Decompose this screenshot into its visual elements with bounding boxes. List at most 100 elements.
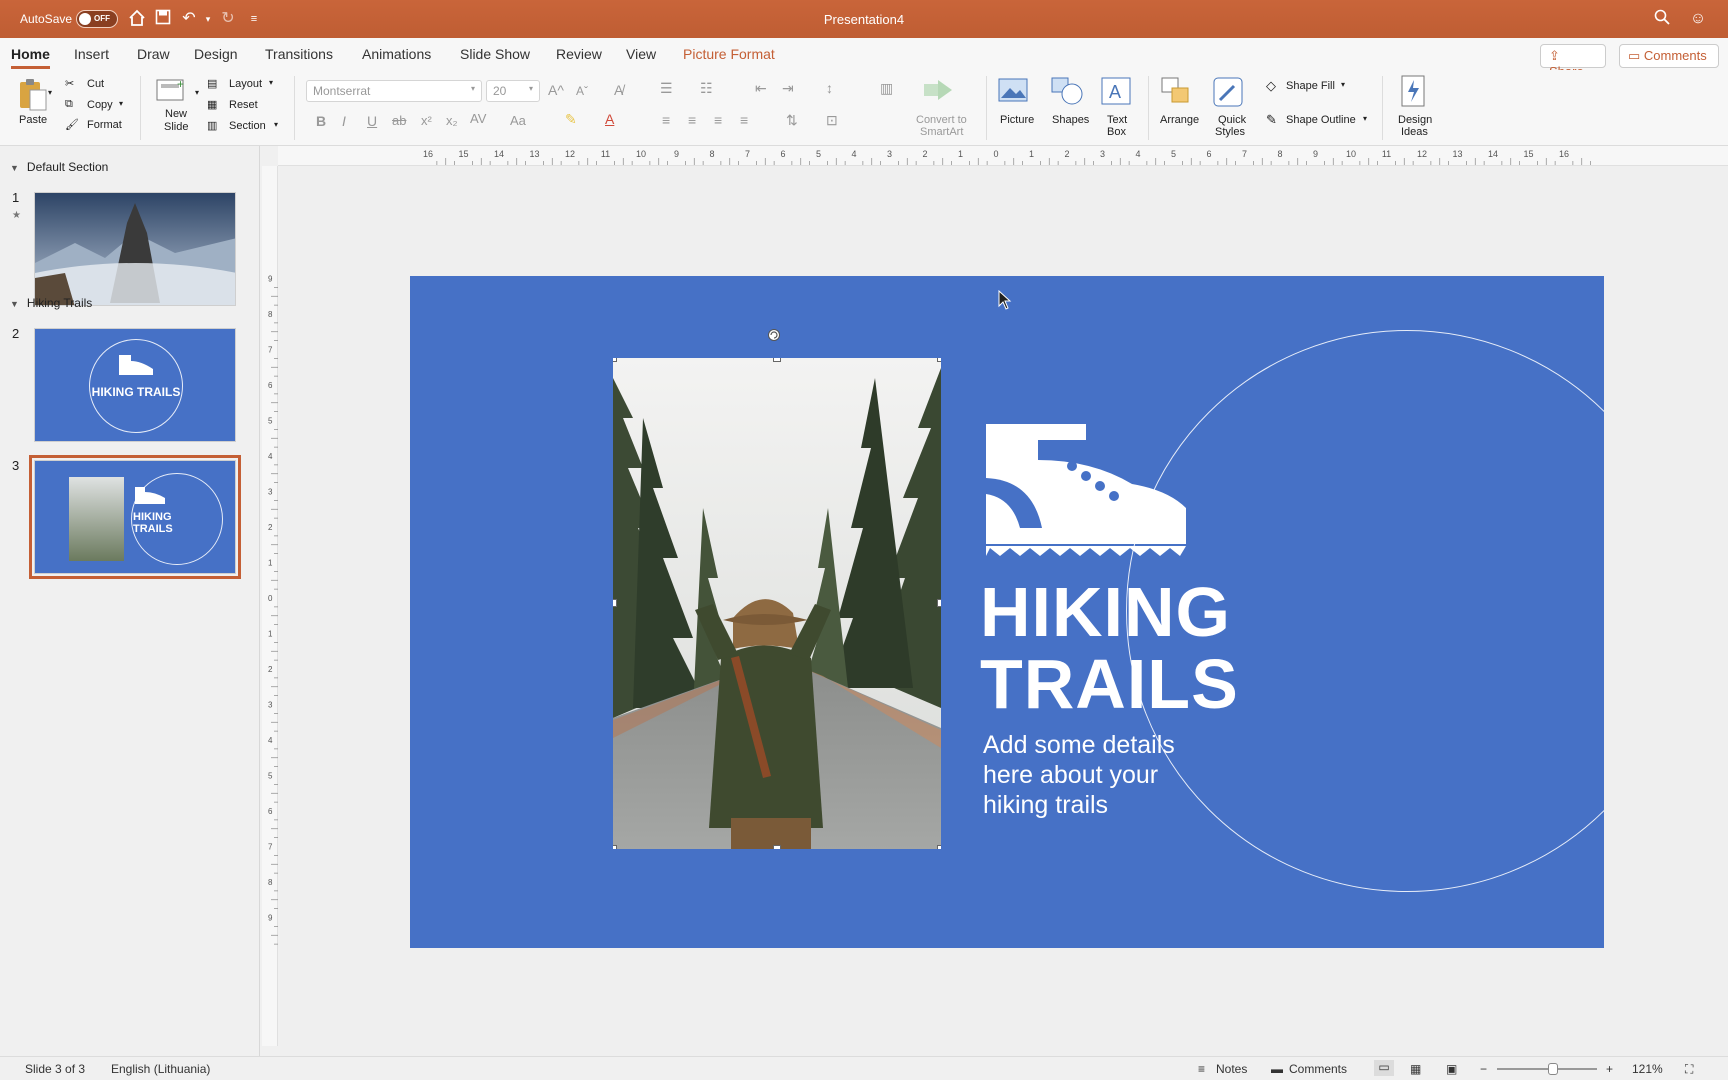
align-right-icon[interactable]: ≡ xyxy=(714,112,722,128)
layout-label[interactable]: Layout xyxy=(229,78,262,90)
collapse-triangle-icon[interactable]: ▼ xyxy=(10,163,19,173)
underline-icon[interactable]: U xyxy=(367,113,377,129)
change-case-icon[interactable]: Aa xyxy=(510,113,526,128)
slide-thumbnail-1[interactable] xyxy=(34,192,236,306)
highlight-icon[interactable]: ✎ xyxy=(565,111,577,128)
paste-label[interactable]: Paste xyxy=(19,114,47,126)
search-icon[interactable] xyxy=(1652,9,1672,29)
picture-icon[interactable] xyxy=(998,78,1034,114)
shape-fill-label[interactable]: Shape Fill xyxy=(1286,80,1335,92)
zoom-slider[interactable] xyxy=(1497,1063,1597,1075)
notes-button[interactable]: Notes xyxy=(1216,1062,1247,1076)
shape-outline-label[interactable]: Shape Outline xyxy=(1286,114,1356,126)
text-box-icon[interactable]: A xyxy=(1100,76,1136,112)
align-center-icon[interactable]: ≡ xyxy=(688,112,696,128)
zoom-slider-thumb[interactable] xyxy=(1548,1063,1558,1075)
tab-transitions[interactable]: Transitions xyxy=(265,46,333,62)
design-ideas-icon[interactable] xyxy=(1398,74,1434,110)
decrease-indent-icon[interactable]: ⇤ xyxy=(755,80,767,97)
font-size-select[interactable]: 20 ▾ xyxy=(486,80,540,102)
section-hiking-trails[interactable]: ▼ Hiking Trails xyxy=(10,296,92,310)
resize-handle[interactable] xyxy=(613,599,617,607)
resize-handle[interactable] xyxy=(937,358,941,362)
tab-draw[interactable]: Draw xyxy=(137,46,170,62)
justify-icon[interactable]: ≡ xyxy=(740,112,748,128)
design-ideas-label-1[interactable]: Design xyxy=(1398,114,1432,126)
zoom-out-icon[interactable]: − xyxy=(1480,1062,1487,1076)
resize-handle[interactable] xyxy=(937,599,941,607)
text-direction-icon[interactable]: ⇅ xyxy=(786,112,798,129)
normal-view-icon[interactable]: ▭ xyxy=(1374,1060,1394,1076)
tab-picture-format[interactable]: Picture Format xyxy=(683,46,775,62)
tab-review[interactable]: Review xyxy=(556,46,602,62)
decrease-font-icon[interactable]: Aˇ xyxy=(576,84,588,98)
tab-view[interactable]: View xyxy=(626,46,656,62)
layout-dropdown-icon[interactable]: ▾ xyxy=(269,78,273,87)
cut-label[interactable]: Cut xyxy=(87,78,104,90)
new-slide-label-2[interactable]: Slide xyxy=(164,121,188,133)
picture-label[interactable]: Picture xyxy=(1000,114,1034,126)
clear-formatting-icon[interactable]: A̸ xyxy=(614,82,623,98)
format-label[interactable]: Format xyxy=(87,119,122,131)
fit-to-window-icon[interactable]: ⛶ xyxy=(1685,1062,1693,1077)
copy-dropdown-icon[interactable]: ▾ xyxy=(119,99,123,108)
resize-handle[interactable] xyxy=(773,845,781,849)
new-slide-icon[interactable]: + xyxy=(155,76,191,112)
slide-title[interactable]: HIKING TRAILS xyxy=(980,576,1239,720)
new-slide-label-1[interactable]: New xyxy=(165,108,187,120)
superscript-icon[interactable]: x² xyxy=(421,113,432,128)
design-ideas-label-2[interactable]: Ideas xyxy=(1401,126,1428,138)
resize-handle[interactable] xyxy=(613,845,617,849)
slide-sorter-icon[interactable]: ▦ xyxy=(1410,1062,1421,1076)
columns-icon[interactable]: ▥ xyxy=(880,80,893,97)
copy-label[interactable]: Copy xyxy=(87,99,113,111)
resize-handle[interactable] xyxy=(773,358,781,362)
character-spacing-icon[interactable]: AV xyxy=(470,111,486,126)
italic-icon[interactable]: I xyxy=(342,113,346,129)
numbering-icon[interactable]: ☷ xyxy=(700,80,713,97)
hiker-photo[interactable] xyxy=(613,358,941,849)
tab-home[interactable]: Home xyxy=(11,46,50,69)
tab-insert[interactable]: Insert xyxy=(74,46,109,62)
smartart-icon[interactable] xyxy=(922,76,958,112)
convert-smartart-label-2[interactable]: SmartArt xyxy=(920,126,963,138)
quick-styles-label-1[interactable]: Quick xyxy=(1218,114,1246,126)
section-label[interactable]: Section xyxy=(229,120,266,132)
language-indicator[interactable]: English (Lithuania) xyxy=(111,1062,210,1076)
comments-status-button[interactable]: Comments xyxy=(1289,1062,1347,1076)
slide-thumbnail-3[interactable]: HIKING TRAILS xyxy=(29,455,241,579)
arrange-label[interactable]: Arrange xyxy=(1160,114,1199,126)
font-name-select[interactable]: Montserrat ▾ xyxy=(306,80,482,102)
font-color-icon[interactable]: A xyxy=(605,111,614,127)
align-left-icon[interactable]: ≡ xyxy=(662,112,670,128)
section-dropdown-icon[interactable]: ▾ xyxy=(274,120,278,129)
shape-fill-dropdown-icon[interactable]: ▾ xyxy=(1341,80,1345,89)
increase-font-icon[interactable]: A^ xyxy=(548,82,564,98)
quick-styles-label-2[interactable]: Styles xyxy=(1215,126,1245,138)
resize-handle[interactable] xyxy=(937,845,941,849)
comments-button[interactable]: ▭ Comments xyxy=(1619,44,1719,68)
align-text-icon[interactable]: ⊡ xyxy=(826,112,838,129)
tab-slide-show[interactable]: Slide Show xyxy=(460,46,530,62)
bullets-icon[interactable]: ☰ xyxy=(660,80,673,97)
shape-outline-dropdown-icon[interactable]: ▾ xyxy=(1363,114,1367,123)
text-box-label-1[interactable]: Text xyxy=(1107,114,1127,126)
feedback-smiley-icon[interactable]: ☺ xyxy=(1688,9,1708,29)
tab-design[interactable]: Design xyxy=(194,46,238,62)
zoom-in-icon[interactable]: + xyxy=(1606,1062,1613,1076)
slide-3[interactable]: HIKING TRAILS Add some details here abou… xyxy=(410,276,1604,948)
new-slide-dropdown-icon[interactable]: ▾ xyxy=(195,88,199,97)
text-box-label-2[interactable]: Box xyxy=(1107,126,1126,138)
subscript-icon[interactable]: x₂ xyxy=(446,113,458,128)
slide-subtitle[interactable]: Add some details here about your hiking … xyxy=(983,730,1243,820)
convert-smartart-label-1[interactable]: Convert to xyxy=(916,114,967,126)
section-default[interactable]: ▼ Default Section xyxy=(10,160,108,174)
slide-thumbnail-2[interactable]: HIKING TRAILS xyxy=(34,328,236,442)
resize-handle[interactable] xyxy=(613,358,617,362)
strikethrough-icon[interactable]: ab xyxy=(392,113,406,128)
zoom-level[interactable]: 121% xyxy=(1632,1062,1663,1076)
collapse-triangle-icon[interactable]: ▼ xyxy=(10,299,19,309)
paste-icon[interactable] xyxy=(16,76,52,112)
share-button[interactable]: ⇪ Share xyxy=(1540,44,1606,79)
line-spacing-icon[interactable]: ↕ xyxy=(826,80,833,96)
